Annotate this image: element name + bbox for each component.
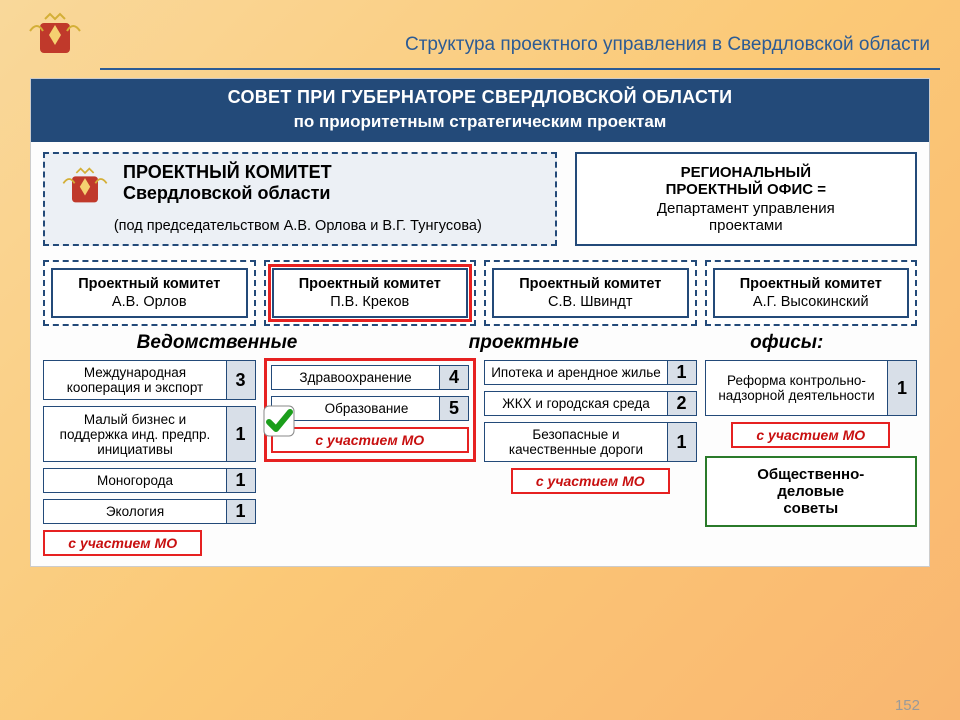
item-count: 1 — [226, 468, 256, 493]
columns: Международная кооперация и экспорт 3 Мал… — [31, 358, 929, 566]
business-l2: деловые — [713, 483, 910, 500]
item-label: Малый бизнес и поддержка инд. предпр. ин… — [43, 406, 227, 462]
subtitle-w1: Ведомственные — [137, 332, 298, 354]
item-label: Реформа контрольно-надзорной деятельност… — [705, 360, 889, 416]
pc-name: А.Г. Высокинский — [719, 294, 904, 310]
subtitle-w3: офисы: — [750, 332, 823, 354]
list-item: Ипотека и арендное жилье 1 — [484, 360, 697, 385]
list-item: Малый бизнес и поддержка инд. предпр. ин… — [43, 406, 256, 462]
pc-shvindt: Проектный комитет С.В. Швиндт — [484, 260, 697, 326]
pc-name: С.В. Швиндт — [498, 294, 683, 310]
business-l3: советы — [713, 500, 910, 517]
subtitle-row: Ведомственные проектные офисы: — [31, 326, 929, 358]
title-underline — [100, 68, 940, 70]
col-orlov: Международная кооперация и экспорт 3 Мал… — [43, 360, 256, 556]
pc-vysokinsky: Проектный комитет А.Г. Высокинский — [705, 260, 918, 326]
col-vysokinsky: Реформа контрольно-надзорной деятельност… — [705, 360, 918, 527]
region-crest-icon — [20, 8, 90, 63]
mo-note: с участием МО — [731, 422, 890, 448]
region-crest-small-icon — [59, 166, 111, 212]
pc-name: П.В. Креков — [278, 294, 463, 310]
list-item: Здравоохранение 4 — [271, 365, 470, 390]
list-item: Образование 5 — [271, 396, 470, 421]
list-item: Реформа контрольно-надзорной деятельност… — [705, 360, 918, 416]
col-shvindt: Ипотека и арендное жилье 1 ЖКХ и городск… — [484, 360, 697, 494]
business-councils-box: Общественно- деловые советы — [705, 456, 918, 527]
council-header: СОВЕТ ПРИ ГУБЕРНАТОРЕ СВЕРДЛОВСКОЙ ОБЛАС… — [31, 79, 929, 142]
page-number: 152 — [895, 697, 920, 714]
mo-note: с участием МО — [271, 427, 470, 453]
item-count: 5 — [439, 396, 469, 421]
committee-sub: (под председательством А.В. Орлова и В.Г… — [59, 218, 537, 234]
item-count: 3 — [226, 360, 256, 400]
col2-highlight: Здравоохранение 4 Образование 5 с участи… — [264, 358, 477, 462]
item-label: Моногорода — [43, 468, 227, 493]
item-label: Экология — [43, 499, 227, 524]
ro-l2: ПРОЕКТНЫЙ ОФИС = — [587, 181, 905, 198]
mo-note: с участием МО — [511, 468, 670, 494]
list-item: Экология 1 — [43, 499, 256, 524]
row-project-committees: Проектный комитет А.В. Орлов Проектный к… — [31, 246, 929, 326]
pc-title: Проектный комитет — [278, 276, 463, 292]
committee-line1: ПРОЕКТНЫЙ КОМИТЕТ — [123, 162, 332, 183]
col-krekov: Здравоохранение 4 Образование 5 с участи… — [264, 360, 477, 462]
mo-note: с участием МО — [43, 530, 202, 556]
item-count: 2 — [667, 391, 697, 416]
pc-title: Проектный комитет — [498, 276, 683, 292]
item-label: Здравоохранение — [271, 365, 441, 390]
pc-orlov: Проектный комитет А.В. Орлов — [43, 260, 256, 326]
row-committee-office: ПРОЕКТНЫЙ КОМИТЕТ Свердловской области (… — [31, 142, 929, 246]
business-l1: Общественно- — [713, 466, 910, 483]
committee-line2: Свердловской области — [123, 183, 332, 204]
item-label: Образование — [271, 396, 441, 421]
item-count: 4 — [439, 365, 469, 390]
pc-title: Проектный комитет — [57, 276, 242, 292]
list-item: Моногорода 1 — [43, 468, 256, 493]
item-label: Международная кооперация и экспорт — [43, 360, 227, 400]
page-header: Структура проектного управления в Свердл… — [0, 0, 960, 63]
item-label: ЖКХ и городская среда — [484, 391, 668, 416]
list-item: Международная кооперация и экспорт 3 — [43, 360, 256, 400]
regional-office-box: РЕГИОНАЛЬНЫЙ ПРОЕКТНЫЙ ОФИС = Департамен… — [575, 152, 917, 246]
pc-title: Проектный комитет — [719, 276, 904, 292]
item-count: 1 — [667, 360, 697, 385]
pc-name: А.В. Орлов — [57, 294, 242, 310]
item-count: 1 — [887, 360, 917, 416]
list-item: Безопасные и качественные дороги 1 — [484, 422, 697, 462]
item-label: Безопасные и качественные дороги — [484, 422, 668, 462]
page-title: Структура проектного управления в Свердл… — [405, 16, 940, 56]
ro-l1: РЕГИОНАЛЬНЫЙ — [587, 164, 905, 181]
ro-l3: Департамент управления — [587, 200, 905, 217]
main-panel: СОВЕТ ПРИ ГУБЕРНАТОРЕ СВЕРДЛОВСКОЙ ОБЛАС… — [30, 78, 930, 567]
subtitle-w2: проектные — [469, 332, 579, 354]
council-line1: СОВЕТ ПРИ ГУБЕРНАТОРЕ СВЕРДЛОВСКОЙ ОБЛАС… — [41, 87, 919, 108]
pc-krekov: Проектный комитет П.В. Креков — [264, 260, 477, 326]
checkmark-icon — [263, 405, 295, 437]
list-item: ЖКХ и городская среда 2 — [484, 391, 697, 416]
ro-l4: проектами — [587, 217, 905, 234]
item-count: 1 — [667, 422, 697, 462]
item-count: 1 — [226, 499, 256, 524]
item-count: 1 — [226, 406, 256, 462]
council-line2: по приоритетным стратегическим проектам — [41, 112, 919, 132]
project-committee-box: ПРОЕКТНЫЙ КОМИТЕТ Свердловской области (… — [43, 152, 557, 246]
item-label: Ипотека и арендное жилье — [484, 360, 668, 385]
